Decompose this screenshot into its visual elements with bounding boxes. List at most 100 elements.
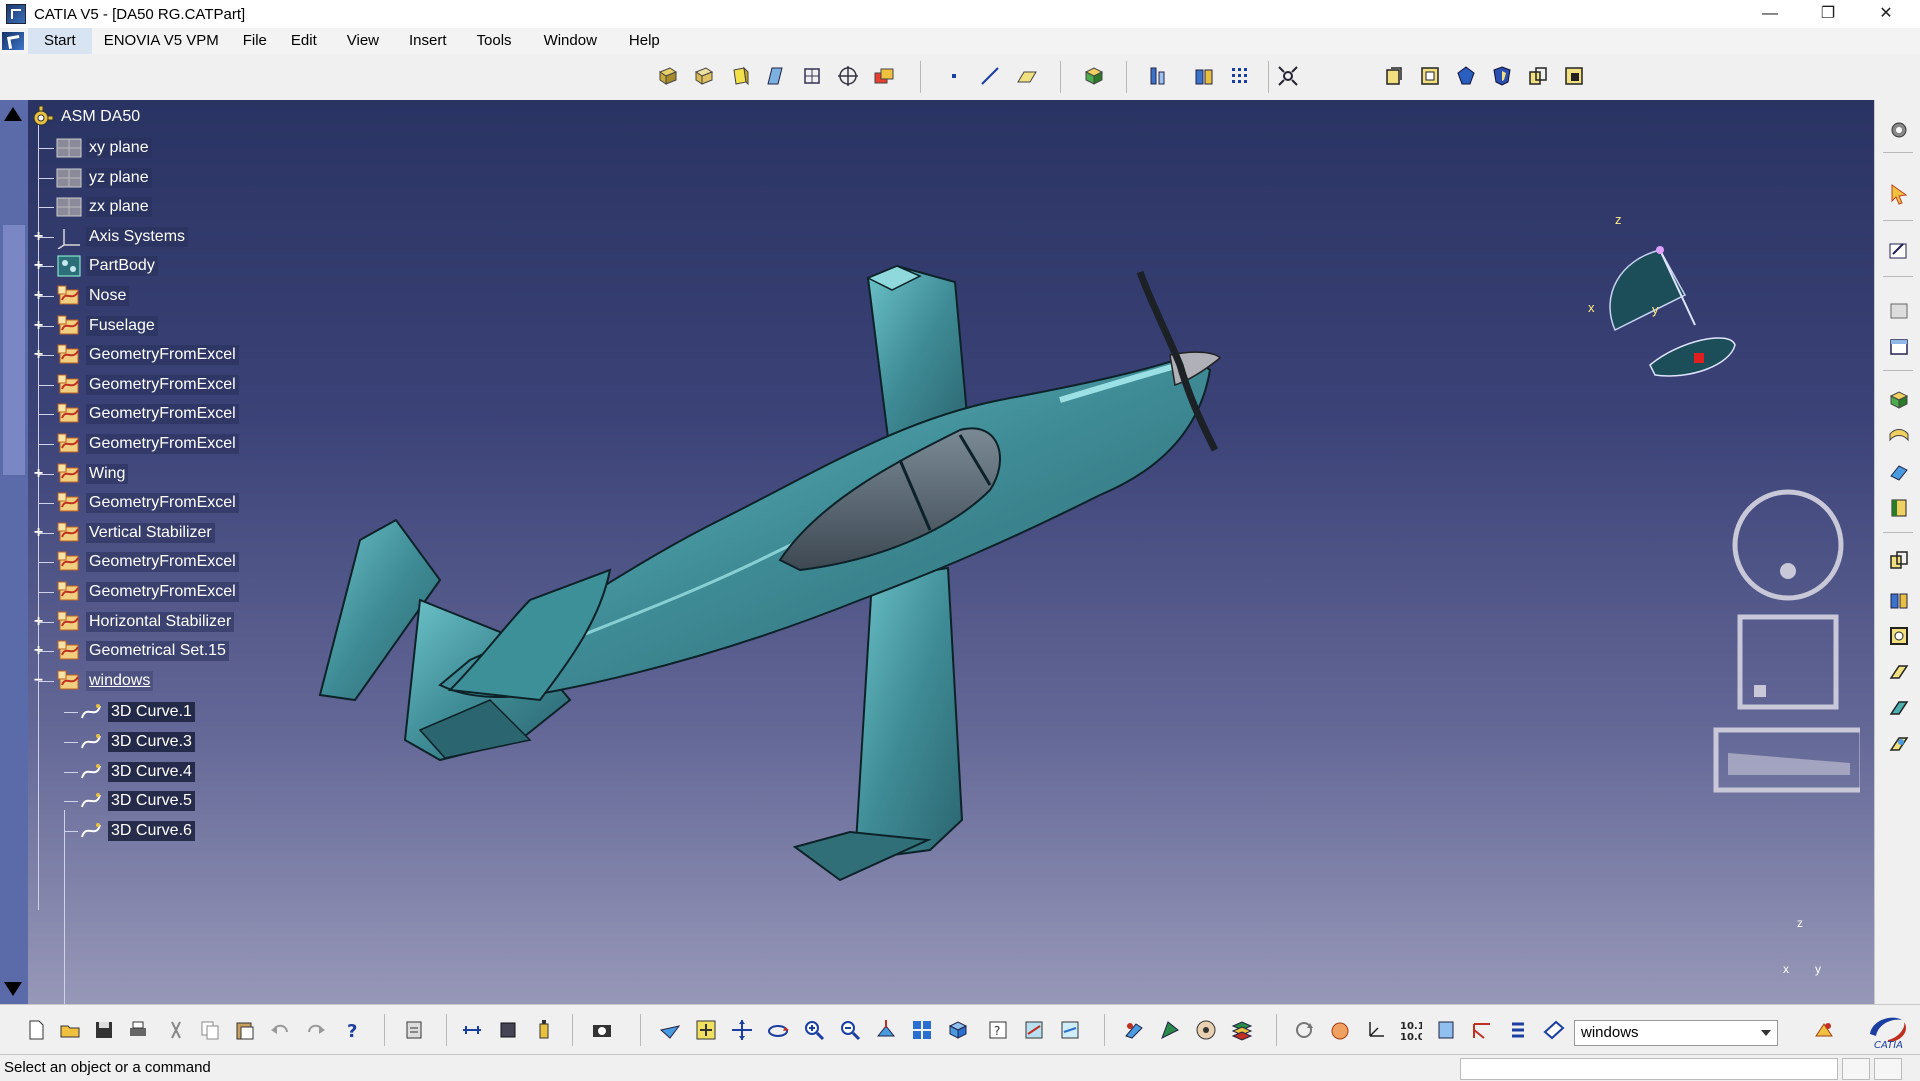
tree-node-content[interactable]: 3D Curve.5 bbox=[78, 789, 195, 813]
grid-icon[interactable] bbox=[1226, 62, 1254, 90]
expand-icon[interactable]: + bbox=[32, 613, 45, 629]
tree-node[interactable]: + GeometryFromExcel bbox=[34, 341, 239, 369]
compass-icon[interactable] bbox=[1580, 235, 1750, 415]
tree-node[interactable]: + Wing bbox=[34, 460, 129, 488]
shield-body-icon[interactable] bbox=[1488, 62, 1516, 90]
tree-node[interactable]: GeometryFromExcel bbox=[38, 578, 239, 606]
point-icon[interactable] bbox=[940, 62, 968, 90]
tree-node-content[interactable]: GeometryFromExcel bbox=[56, 373, 239, 397]
boolean-icon[interactable] bbox=[870, 62, 898, 90]
close-button[interactable]: ✕ bbox=[1858, 0, 1914, 28]
capture-camera-icon[interactable] bbox=[588, 1016, 616, 1044]
workbench-icon[interactable] bbox=[1810, 1016, 1838, 1044]
axis-tool-icon[interactable] bbox=[1362, 1016, 1390, 1044]
menu-view[interactable]: View bbox=[329, 28, 391, 54]
fill-icon[interactable] bbox=[1885, 494, 1913, 522]
target-icon[interactable] bbox=[834, 62, 862, 90]
expand-icon[interactable]: + bbox=[32, 317, 45, 333]
scroll-up-icon[interactable] bbox=[4, 107, 22, 121]
sweep-icon[interactable] bbox=[798, 62, 826, 90]
collapse-icon[interactable]: − bbox=[32, 672, 45, 688]
tree-node-content[interactable]: GeometryFromExcel bbox=[56, 343, 239, 367]
print-icon[interactable] bbox=[124, 1016, 152, 1044]
surface-icon[interactable] bbox=[1885, 422, 1913, 450]
tree-node-content[interactable]: 3D Curve.1 bbox=[78, 700, 195, 724]
tree-node-content[interactable]: xy plane bbox=[56, 136, 152, 160]
tree-node[interactable]: GeometryFromExcel bbox=[38, 371, 239, 399]
swap-visible-icon[interactable] bbox=[1056, 1016, 1084, 1044]
expand-icon[interactable]: + bbox=[32, 524, 45, 540]
update-icon[interactable] bbox=[400, 1016, 428, 1044]
bottle-icon[interactable] bbox=[530, 1016, 558, 1044]
tree-node[interactable]: + Fuselage bbox=[34, 312, 158, 340]
workplane-icon[interactable] bbox=[1885, 332, 1913, 360]
tree-node[interactable]: + Horizontal Stabilizer bbox=[34, 608, 235, 636]
status-button[interactable] bbox=[1842, 1058, 1870, 1080]
list-icon[interactable] bbox=[1504, 1016, 1532, 1044]
tree-node-content[interactable]: Fuselage bbox=[56, 314, 158, 338]
tree-node[interactable]: GeometryFromExcel bbox=[38, 400, 239, 428]
tree-node[interactable]: GeometryFromExcel bbox=[38, 430, 239, 458]
tree-node-content[interactable]: Horizontal Stabilizer bbox=[56, 610, 235, 634]
cut-icon[interactable] bbox=[162, 1016, 190, 1044]
hand-icon[interactable] bbox=[1326, 1016, 1354, 1044]
menu-enovia[interactable]: ENOVIA V5 VPM bbox=[92, 28, 231, 54]
menu-start[interactable]: Start bbox=[28, 28, 92, 54]
compass-tool-icon[interactable] bbox=[1432, 1016, 1460, 1044]
tree-node-content[interactable]: PartBody bbox=[56, 254, 158, 278]
render-icon[interactable] bbox=[1192, 1016, 1220, 1044]
tree-node[interactable]: + Vertical Stabilizer bbox=[34, 519, 215, 547]
paste-feature-icon[interactable] bbox=[1416, 62, 1444, 90]
split-icon[interactable] bbox=[1560, 62, 1588, 90]
refresh-icon[interactable] bbox=[1290, 1016, 1318, 1044]
apply-material-icon[interactable] bbox=[1156, 1016, 1184, 1044]
command-input[interactable] bbox=[1460, 1058, 1838, 1080]
expand-icon[interactable]: + bbox=[32, 465, 45, 481]
tree-node-content[interactable]: Wing bbox=[56, 462, 129, 486]
tree-node-content[interactable]: GeometryFromExcel bbox=[56, 432, 239, 456]
line-icon[interactable] bbox=[976, 62, 1004, 90]
tree-node[interactable]: + Nose bbox=[34, 282, 130, 310]
menu-edit[interactable]: Edit bbox=[279, 28, 329, 54]
tree-child-node[interactable]: 3D Curve.5 bbox=[64, 787, 195, 815]
ruler-icon[interactable] bbox=[1468, 1016, 1496, 1044]
tree-root[interactable]: ASM DA50 bbox=[28, 103, 143, 131]
extrude-icon[interactable] bbox=[654, 62, 682, 90]
snap-icon[interactable] bbox=[1274, 62, 1302, 90]
tree-node[interactable]: + PartBody bbox=[34, 252, 158, 280]
tree-node-content[interactable]: 3D Curve.6 bbox=[78, 819, 195, 843]
tree-node-content[interactable]: GeometryFromExcel bbox=[56, 580, 239, 604]
menu-insert[interactable]: Insert bbox=[391, 28, 459, 54]
solid-icon[interactable] bbox=[1452, 62, 1480, 90]
menu-help[interactable]: Help bbox=[609, 28, 672, 54]
translate-icon[interactable] bbox=[1885, 694, 1913, 722]
tree-node-content[interactable]: windows bbox=[56, 669, 154, 693]
tree-child-node[interactable]: 3D Curve.3 bbox=[64, 728, 195, 756]
tree-node[interactable]: xy plane bbox=[38, 134, 152, 162]
revolve-icon[interactable] bbox=[690, 62, 718, 90]
normal-view-icon[interactable] bbox=[872, 1016, 900, 1044]
expand-icon[interactable]: + bbox=[32, 228, 45, 244]
hide-show-icon[interactable] bbox=[1020, 1016, 1048, 1044]
plane-tool-icon[interactable] bbox=[1012, 62, 1040, 90]
start-menu-icon[interactable] bbox=[2, 32, 24, 50]
view-controls[interactable] bbox=[1700, 485, 1860, 805]
status-button[interactable] bbox=[1874, 1058, 1902, 1080]
help-icon[interactable]: ? bbox=[340, 1016, 368, 1044]
material-icon[interactable] bbox=[1120, 1016, 1148, 1044]
open-folder-icon[interactable] bbox=[56, 1016, 84, 1044]
tree-node-content[interactable]: zx plane bbox=[56, 195, 152, 219]
undo-icon[interactable] bbox=[266, 1016, 294, 1044]
iso-view-icon[interactable] bbox=[944, 1016, 972, 1044]
current-set-dropdown[interactable]: windows bbox=[1574, 1020, 1778, 1046]
tree-node-content[interactable]: GeometryFromExcel bbox=[56, 550, 239, 574]
tree-node[interactable]: yz plane bbox=[38, 164, 152, 192]
tree-node-content[interactable]: yz plane bbox=[56, 166, 152, 190]
zoom-out-icon[interactable] bbox=[836, 1016, 864, 1044]
cylinder-icon[interactable] bbox=[762, 62, 790, 90]
insert-body-icon[interactable] bbox=[1080, 62, 1108, 90]
chevron-down-icon[interactable] bbox=[1761, 1030, 1771, 1036]
sketch-icon[interactable] bbox=[1885, 236, 1913, 264]
tree-child-node[interactable]: 3D Curve.1 bbox=[64, 698, 195, 726]
copy-icon[interactable] bbox=[196, 1016, 224, 1044]
